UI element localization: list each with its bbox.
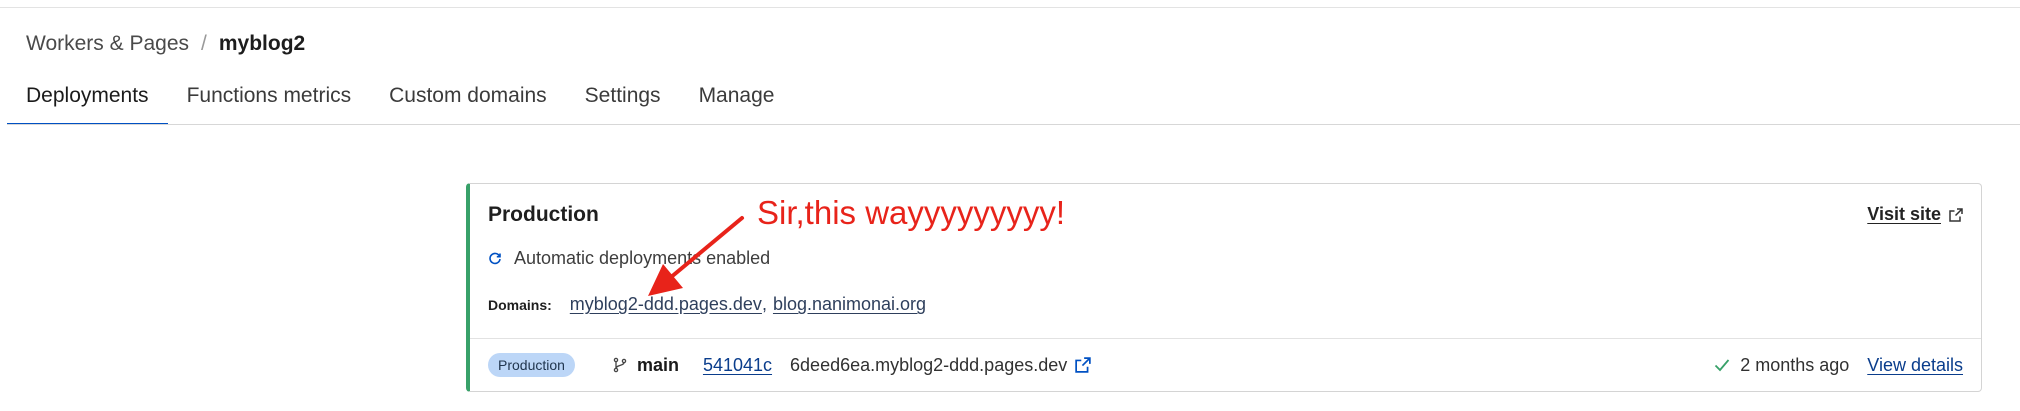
page: Workers & Pages / myblog2 Deployments Fu… xyxy=(0,0,2020,411)
annotation-arrow-icon xyxy=(648,216,744,296)
